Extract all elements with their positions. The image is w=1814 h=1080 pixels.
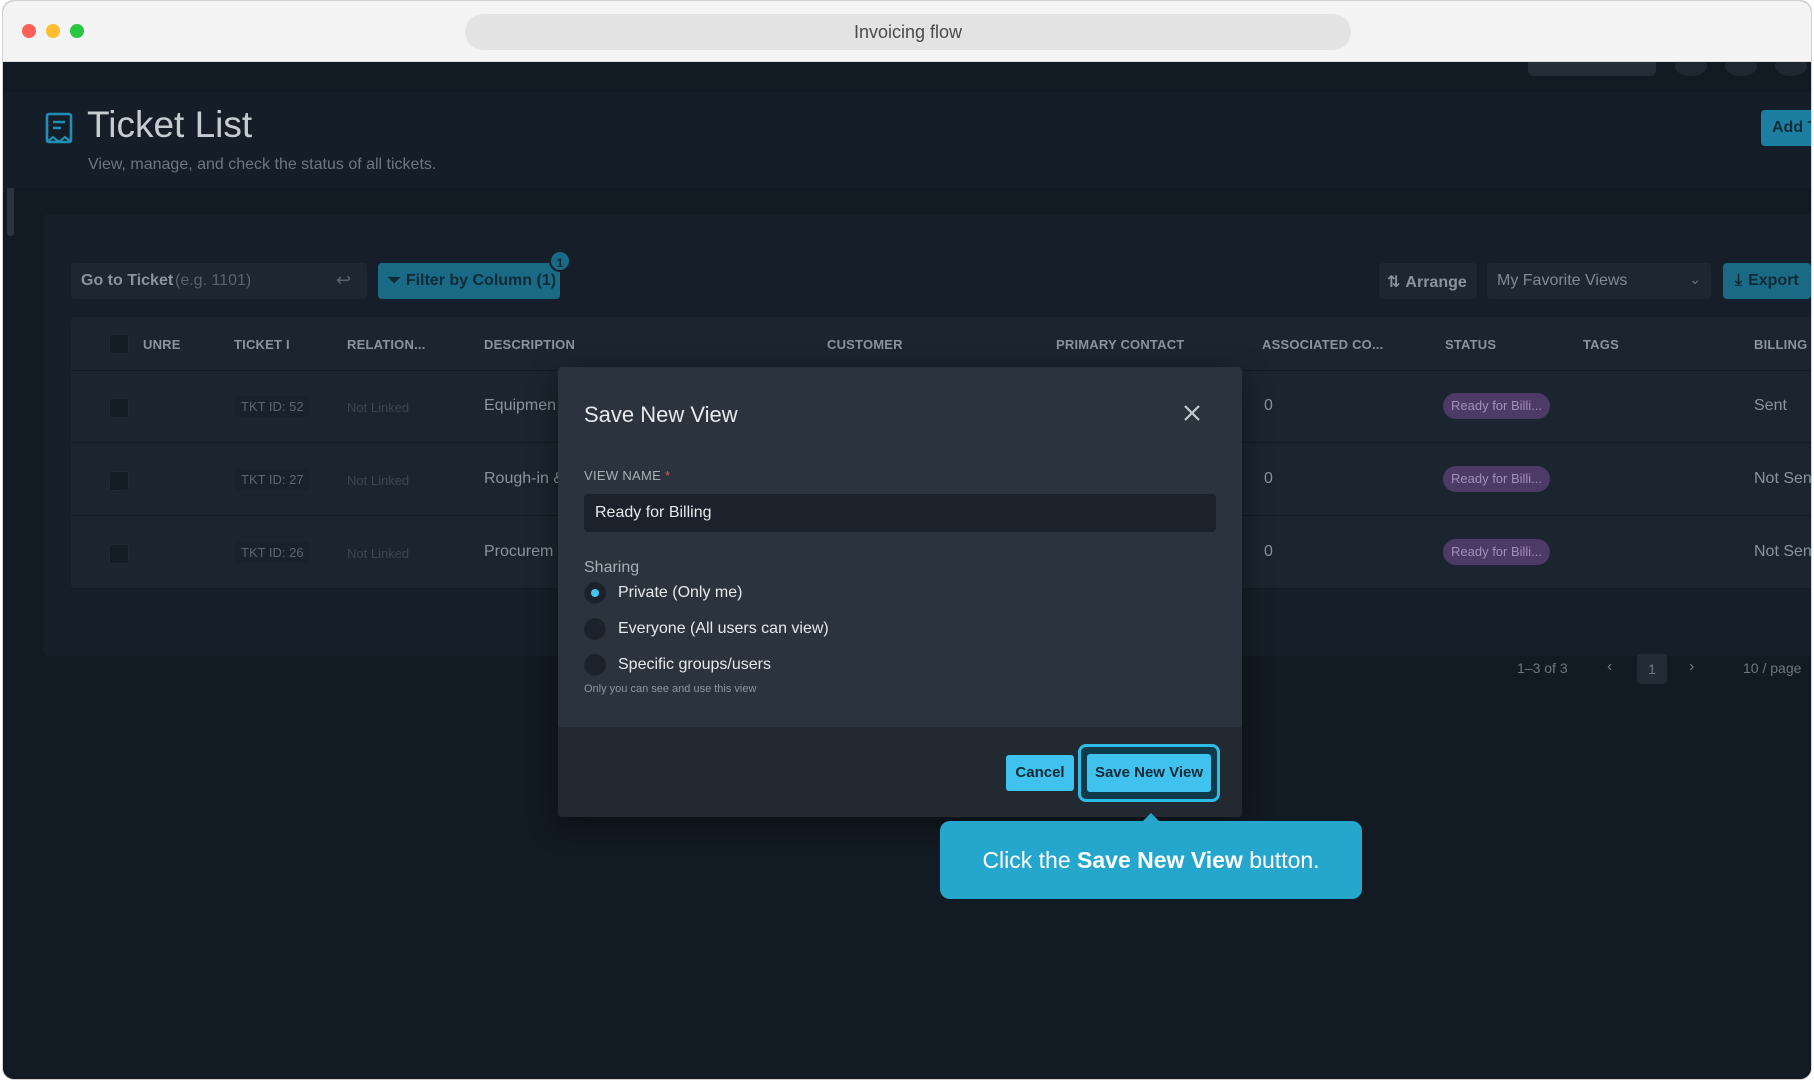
radio-private[interactable] [584,582,606,604]
radio-label-specific: Specific groups/users [618,656,771,673]
view-name-input[interactable] [584,494,1216,532]
radio-label-private: Private (Only me) [618,584,743,601]
relation-value: Not Linked [347,546,410,561]
close-window-icon[interactable] [22,24,36,38]
arrange-button[interactable]: ⇅ Arrange [1379,263,1477,299]
tooltip-prefix: Click the [982,847,1071,873]
billing-status-value: Sent [1754,397,1787,414]
enter-icon[interactable]: ↩ [336,270,351,291]
arrange-icon: ⇅ [1387,274,1401,291]
chevron-down-icon: ⌄ [1689,271,1701,287]
row-checkbox[interactable] [109,471,129,491]
relation-value: Not Linked [347,400,410,415]
tooltip-bold: Save New View [1077,847,1243,873]
guide-tooltip: Click the Save New View button. [940,813,1362,899]
pagination-range: 1–3 of 3 [1517,660,1568,676]
cancel-button[interactable]: Cancel [1006,755,1074,791]
address-bar[interactable]: Invoicing flow [465,14,1351,50]
status-badge: Ready for Billi... [1443,539,1551,565]
sharing-hint: Only you can see and use this view [584,683,757,695]
browser-titlebar: Invoicing flow [3,1,1811,62]
ticket-id[interactable]: TKT ID: 27 [235,469,310,490]
settings-icon[interactable] [1775,62,1807,76]
ticket-id[interactable]: TKT ID: 26 [235,542,310,563]
maximize-window-icon[interactable] [70,24,84,38]
save-view-dialog: Save New View VIEW NAME * Sharing Privat… [558,367,1242,817]
description-value: Procurem [484,543,554,560]
associated-value: 0 [1264,470,1273,487]
status-badge: Ready for Billi... [1443,393,1551,419]
required-mark: * [665,468,671,483]
arrange-label: Arrange [1405,274,1467,291]
chevron-left-icon[interactable]: ‹ [1607,658,1612,676]
row-checkbox[interactable] [109,398,129,418]
filter-count-badge: 1 [549,250,571,272]
page-size-select[interactable]: 10 / page [1743,660,1801,676]
billing-status-value: Not Sent [1754,470,1811,487]
view-name-label-text: VIEW NAME [584,468,662,483]
description-value: Rough-in & [484,470,565,487]
go-to-ticket-input[interactable]: (e.g. 1101) [175,272,251,290]
page-subtitle: View, manage, and check the status of al… [88,156,437,173]
export-label: Export [1748,272,1799,289]
relation-value: Not Linked [347,473,410,488]
filter-by-column-button[interactable]: ⏷ Filter by Column (1) [378,263,560,299]
select-all-checkbox[interactable] [109,334,129,354]
description-value: Equipmen [484,397,557,414]
save-new-view-button[interactable]: Save New View [1087,754,1211,792]
download-icon: ⤓ [1735,272,1743,289]
radio-everyone[interactable] [584,618,606,640]
add-ticket-button[interactable]: Add T [1761,110,1811,146]
favorite-views-select[interactable]: My Favorite Views ⌄ [1487,263,1711,299]
close-icon[interactable] [1178,399,1206,427]
radio-label-everyone: Everyone (All users can view) [618,620,829,637]
go-to-ticket-label: Go to Ticket [81,272,174,289]
column-header-customer[interactable]: CUSTOMER [827,337,903,352]
ticket-id[interactable]: TKT ID: 52 [235,396,310,417]
sharing-label: Sharing [584,559,640,576]
dialog-title: Save New View [584,402,738,427]
pagination-page-button[interactable]: 1 [1637,654,1667,684]
filter-icon: ⏷ [388,272,401,289]
go-to-ticket-field[interactable]: Go to Ticket (e.g. 1101) ↩ [71,263,367,299]
dialog-footer: Cancel Save New View [558,727,1242,817]
column-header-associated[interactable]: ASSOCIATED CO... [1262,337,1383,352]
column-header-tags[interactable]: TAGS [1583,337,1619,352]
associated-value: 0 [1264,543,1273,560]
associated-value: 0 [1264,397,1273,414]
row-checkbox[interactable] [109,544,129,564]
filter-button-label: Filter by Column (1) [405,272,557,289]
status-badge: Ready for Billi... [1443,466,1551,492]
column-header-unread[interactable]: UNRE [143,337,181,352]
table-header: UNRE TICKET I RELATION... DESCRIPTION CU… [71,317,1811,371]
view-name-label: VIEW NAME * [584,468,670,483]
page-header: Ticket List View, manage, and check the … [3,92,1811,188]
favorite-views-value: My Favorite Views [1497,272,1628,289]
inbox-icon[interactable] [1725,62,1757,76]
column-header-ticket-id[interactable]: TICKET I [234,337,290,352]
browser-window: Invoicing flow Ticket List View, manage,… [2,0,1812,1080]
column-header-status[interactable]: STATUS [1445,337,1496,352]
chevron-right-icon[interactable]: › [1689,658,1694,676]
radio-specific[interactable] [584,654,606,676]
billing-status-value: Not Sent [1754,543,1811,560]
column-header-primary-contact[interactable]: PRIMARY CONTACT [1056,337,1184,352]
column-header-billing-status[interactable]: BILLING S [1754,337,1811,352]
tooltip-suffix: button. [1249,847,1320,873]
column-header-description[interactable]: DESCRIPTION [484,337,575,352]
help-support-button[interactable] [1528,62,1656,76]
export-button[interactable]: ⤓ Export [1723,263,1811,299]
page-title: Ticket List [87,104,253,145]
refresh-icon[interactable] [1675,62,1707,76]
minimize-window-icon[interactable] [46,24,60,38]
ticket-list-icon [45,112,73,144]
column-header-relation[interactable]: RELATION... [347,337,426,352]
